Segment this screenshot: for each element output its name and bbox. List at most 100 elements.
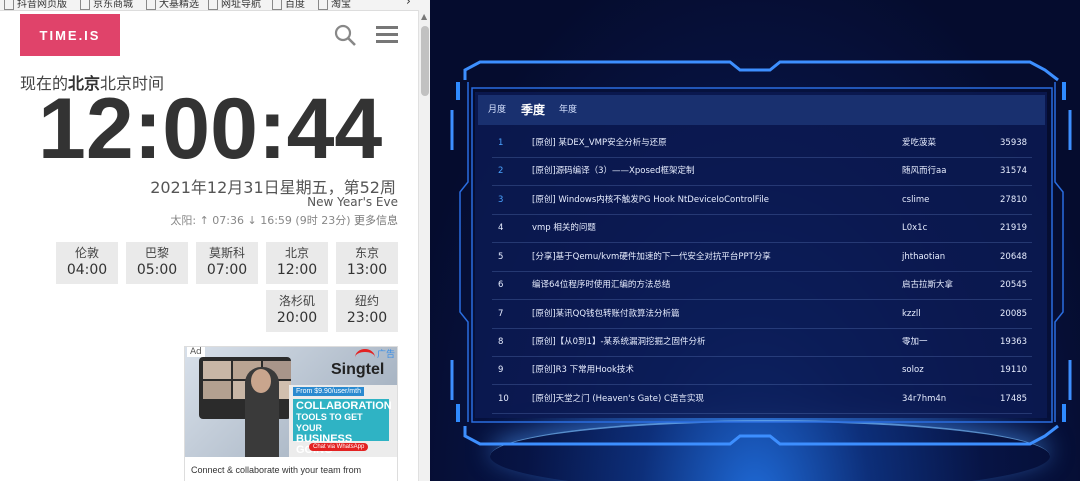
city-time: 07:00 bbox=[206, 262, 248, 278]
bookmarks-bar: 抖音网页版 京东商城 大基精选 网址导航 百度 淘宝 › bbox=[0, 0, 430, 11]
row-rank: 4 bbox=[498, 223, 504, 233]
city-london[interactable]: 伦敦 04:00 bbox=[56, 242, 118, 284]
more-info-link[interactable]: 更多信息 bbox=[354, 214, 398, 227]
row-author[interactable]: cslime bbox=[902, 186, 929, 214]
bookmark-label: 百度 bbox=[285, 0, 305, 10]
city-paris[interactable]: 巴黎 05:00 bbox=[126, 242, 188, 284]
bookmark-baidu[interactable]: 百度 bbox=[272, 0, 305, 10]
bookmark-jd[interactable]: 京东商城 bbox=[80, 0, 133, 10]
table-row[interactable]: 8 [原创]【从0到1】-某系统漏洞挖掘之固件分析 零加一 19363 bbox=[492, 328, 1032, 357]
row-rank: 1 bbox=[498, 138, 504, 148]
city-new-york[interactable]: 纽约 23:00 bbox=[336, 290, 398, 332]
clock-display: 12:00:44 bbox=[38, 81, 383, 177]
table-row[interactable]: 3 [原创] Windows内核不触发PG Hook NtDeviceIoCont… bbox=[492, 186, 1032, 215]
table-row[interactable]: 6 编译64位程序时使用汇编的方法总结 启古拉斯大拿 20545 bbox=[492, 271, 1032, 300]
city-name: 纽约 bbox=[354, 294, 379, 308]
tab-monthly[interactable]: 月度 bbox=[488, 95, 506, 125]
city-time: 13:00 bbox=[346, 262, 388, 278]
row-author[interactable]: 34r7hm4n bbox=[902, 385, 946, 413]
row-rank: 9 bbox=[498, 365, 504, 375]
city-los-angeles[interactable]: 洛杉矶 20:00 bbox=[266, 290, 328, 332]
row-title[interactable]: 编译64位程序时使用汇编的方法总结 bbox=[532, 271, 670, 299]
row-rank: 3 bbox=[498, 195, 504, 205]
city-name: 莫斯科 bbox=[208, 246, 245, 260]
row-title[interactable]: [原创]某讯QQ钱包转账付款算法分析篇 bbox=[532, 300, 680, 328]
city-time: 04:00 bbox=[66, 262, 108, 278]
row-rank: 6 bbox=[498, 280, 504, 290]
city-moscow[interactable]: 莫斯科 07:00 bbox=[196, 242, 258, 284]
row-count: 19110 bbox=[1000, 365, 1028, 375]
tab-quarterly[interactable]: 季度 bbox=[521, 95, 545, 125]
bookmark-taobao[interactable]: 淘宝 bbox=[318, 0, 351, 10]
row-author[interactable]: kzzll bbox=[902, 300, 921, 328]
page-icon bbox=[80, 0, 90, 10]
row-count: 27810 bbox=[1000, 195, 1028, 205]
ad-line1: COLLABORATION bbox=[296, 400, 392, 412]
bookmark-label: 淘宝 bbox=[331, 0, 351, 10]
sun-times: 太阳: ↑ 07:36 ↓ 16:59 (9时 23分) bbox=[170, 214, 351, 227]
search-icon[interactable] bbox=[334, 24, 356, 46]
row-title[interactable]: vmp 相关的问题 bbox=[532, 214, 596, 242]
table-row[interactable]: 1 [原创] 某DEX_VMP安全分析与还原 爱吃菠菜 35938 bbox=[492, 129, 1032, 158]
row-rank: 7 bbox=[498, 309, 504, 319]
row-rank: 10 bbox=[498, 394, 509, 404]
table-row[interactable]: 5 [分享]基于Qemu/kvm硬件加速的下一代安全对抗平台PPT分享 jhthao… bbox=[492, 243, 1032, 272]
city-tokyo[interactable]: 东京 13:00 bbox=[336, 242, 398, 284]
city-beijing[interactable]: 北京 12:00 bbox=[266, 242, 328, 284]
row-count: 35938 bbox=[1000, 138, 1028, 148]
sun-info: 太阳: ↑ 07:36 ↓ 16:59 (9时 23分) 更多信息 bbox=[170, 212, 398, 228]
period-tabs: 月度 季度 年度 bbox=[478, 95, 1045, 125]
city-time: 23:00 bbox=[346, 310, 388, 326]
bookmark-nav[interactable]: 网址导航 bbox=[208, 0, 261, 10]
ad-brand: Singtel bbox=[331, 361, 385, 378]
row-author[interactable]: soloz bbox=[902, 356, 924, 384]
row-title[interactable]: [原创] Windows内核不触发PG Hook NtDeviceIoContr… bbox=[532, 186, 769, 214]
row-title[interactable]: [原创]源码编译（3）——Xposed框架定制 bbox=[532, 157, 695, 185]
row-author[interactable]: 爱吃菠菜 bbox=[902, 129, 936, 157]
bookmark-daji[interactable]: 大基精选 bbox=[146, 0, 199, 10]
row-title[interactable]: [原创] 某DEX_VMP安全分析与还原 bbox=[532, 129, 667, 157]
table-row[interactable]: 10 [原创]天堂之门 (Heaven's Gate) C语言实现 34r7hm4n… bbox=[492, 385, 1032, 414]
ad-choices-tag[interactable]: 广告 bbox=[377, 347, 395, 360]
ad-banner[interactable]: Singtel From $9.90/user/mth COLLABORATIO… bbox=[184, 346, 398, 481]
ad-image[interactable]: Singtel From $9.90/user/mth COLLABORATIO… bbox=[185, 347, 397, 457]
city-time: 05:00 bbox=[136, 262, 178, 278]
chevron-right-icon[interactable]: › bbox=[406, 0, 411, 8]
ad-cta-button[interactable]: Chat via WhatsApp bbox=[309, 443, 369, 451]
table-row[interactable]: 2 [原创]源码编译（3）——Xposed框架定制 随风而行aa 31574 bbox=[492, 157, 1032, 186]
table-row[interactable]: 9 [原创]R3 下常用Hook技术 soloz 19110 bbox=[492, 356, 1032, 385]
row-title[interactable]: [分享]基于Qemu/kvm硬件加速的下一代安全对抗平台PPT分享 bbox=[532, 243, 771, 271]
row-author[interactable]: 启古拉斯大拿 bbox=[902, 271, 953, 299]
menu-icon[interactable] bbox=[376, 26, 398, 44]
row-count: 20545 bbox=[1000, 280, 1028, 290]
row-author[interactable]: L0x1c bbox=[902, 214, 927, 242]
page-icon bbox=[208, 0, 218, 10]
row-title[interactable]: [原创]天堂之门 (Heaven's Gate) C语言实现 bbox=[532, 385, 704, 413]
holiday-text[interactable]: New Year's Eve bbox=[307, 195, 398, 209]
timeis-logo[interactable]: TIME.IS bbox=[20, 14, 120, 56]
ad-headline: COLLABORATION TOOLS TO GET YOUR BUSINESS… bbox=[293, 399, 392, 456]
row-count: 19363 bbox=[1000, 337, 1028, 347]
row-author[interactable]: 零加一 bbox=[902, 328, 928, 356]
bookmark-douyin[interactable]: 抖音网页版 bbox=[4, 0, 67, 10]
row-count: 17485 bbox=[1000, 394, 1028, 404]
scroll-up-icon[interactable]: ▲ bbox=[421, 12, 427, 21]
row-author[interactable]: 随风而行aa bbox=[902, 157, 946, 185]
ad-caption[interactable]: Connect & collaborate with your team fro… bbox=[191, 465, 361, 475]
ad-price: From $9.90/user/mth bbox=[293, 387, 364, 396]
row-title[interactable]: [原创]【从0到1】-某系统漏洞挖掘之固件分析 bbox=[532, 328, 706, 356]
row-count: 21919 bbox=[1000, 223, 1028, 233]
table-row[interactable]: 7 [原创]某讯QQ钱包转账付款算法分析篇 kzzll 20085 bbox=[492, 300, 1032, 329]
row-title[interactable]: [原创]R3 下常用Hook技术 bbox=[532, 356, 634, 384]
bookmark-label: 京东商城 bbox=[93, 0, 133, 10]
ranking-dashboard: 月度 季度 年度 1 [原创] 某DEX_VMP安全分析与还原 爱吃菠菜 35938 … bbox=[430, 0, 1080, 481]
table-row[interactable]: 4 vmp 相关的问题 L0x1c 21919 bbox=[492, 214, 1032, 243]
scrollbar[interactable]: ▲ bbox=[418, 10, 430, 481]
row-author[interactable]: jhthaotian bbox=[902, 243, 945, 271]
row-count: 20648 bbox=[1000, 252, 1028, 262]
person-face bbox=[251, 369, 271, 393]
scroll-thumb[interactable] bbox=[421, 26, 429, 96]
row-rank: 8 bbox=[498, 337, 504, 347]
ad-line2: TOOLS TO GET YOUR bbox=[296, 412, 363, 433]
tab-yearly[interactable]: 年度 bbox=[559, 95, 577, 125]
